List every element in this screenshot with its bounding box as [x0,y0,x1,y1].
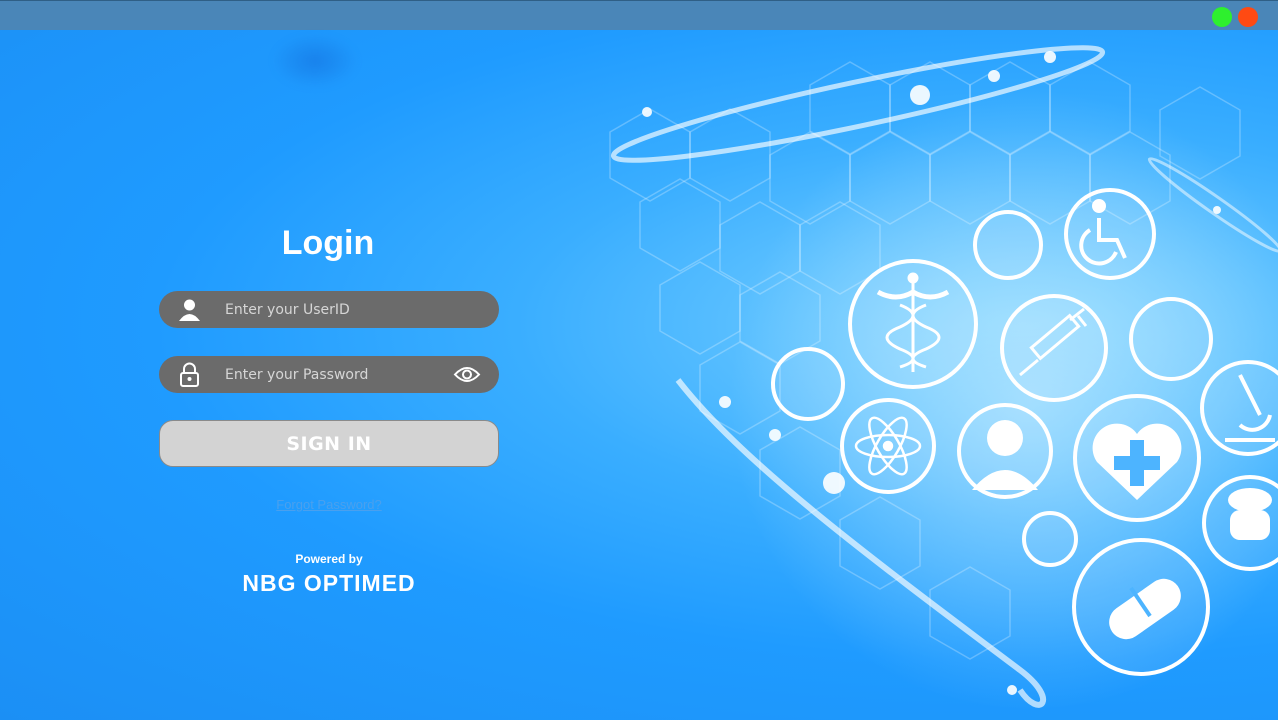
password-field[interactable] [159,356,499,393]
user-icon [179,299,200,321]
blurred-logo [272,34,358,88]
eye-icon[interactable] [453,364,481,385]
userid-input[interactable] [225,291,445,328]
login-title: Login [281,224,375,262]
sign-in-button[interactable]: SIGN IN [159,420,499,467]
maximize-button[interactable] [1212,7,1232,27]
doctor-icon [1228,488,1272,540]
forgot-password-link[interactable]: Forgot Password? [159,497,499,512]
password-input[interactable] [225,356,445,393]
medical-illustration [609,45,1278,710]
powered-by-label: Powered by [295,552,363,566]
brand-name: NBG OPTIMED [242,570,416,596]
userid-field[interactable] [159,291,499,328]
close-button[interactable] [1238,7,1258,27]
lock-icon [180,362,199,387]
title-bar [0,0,1278,30]
